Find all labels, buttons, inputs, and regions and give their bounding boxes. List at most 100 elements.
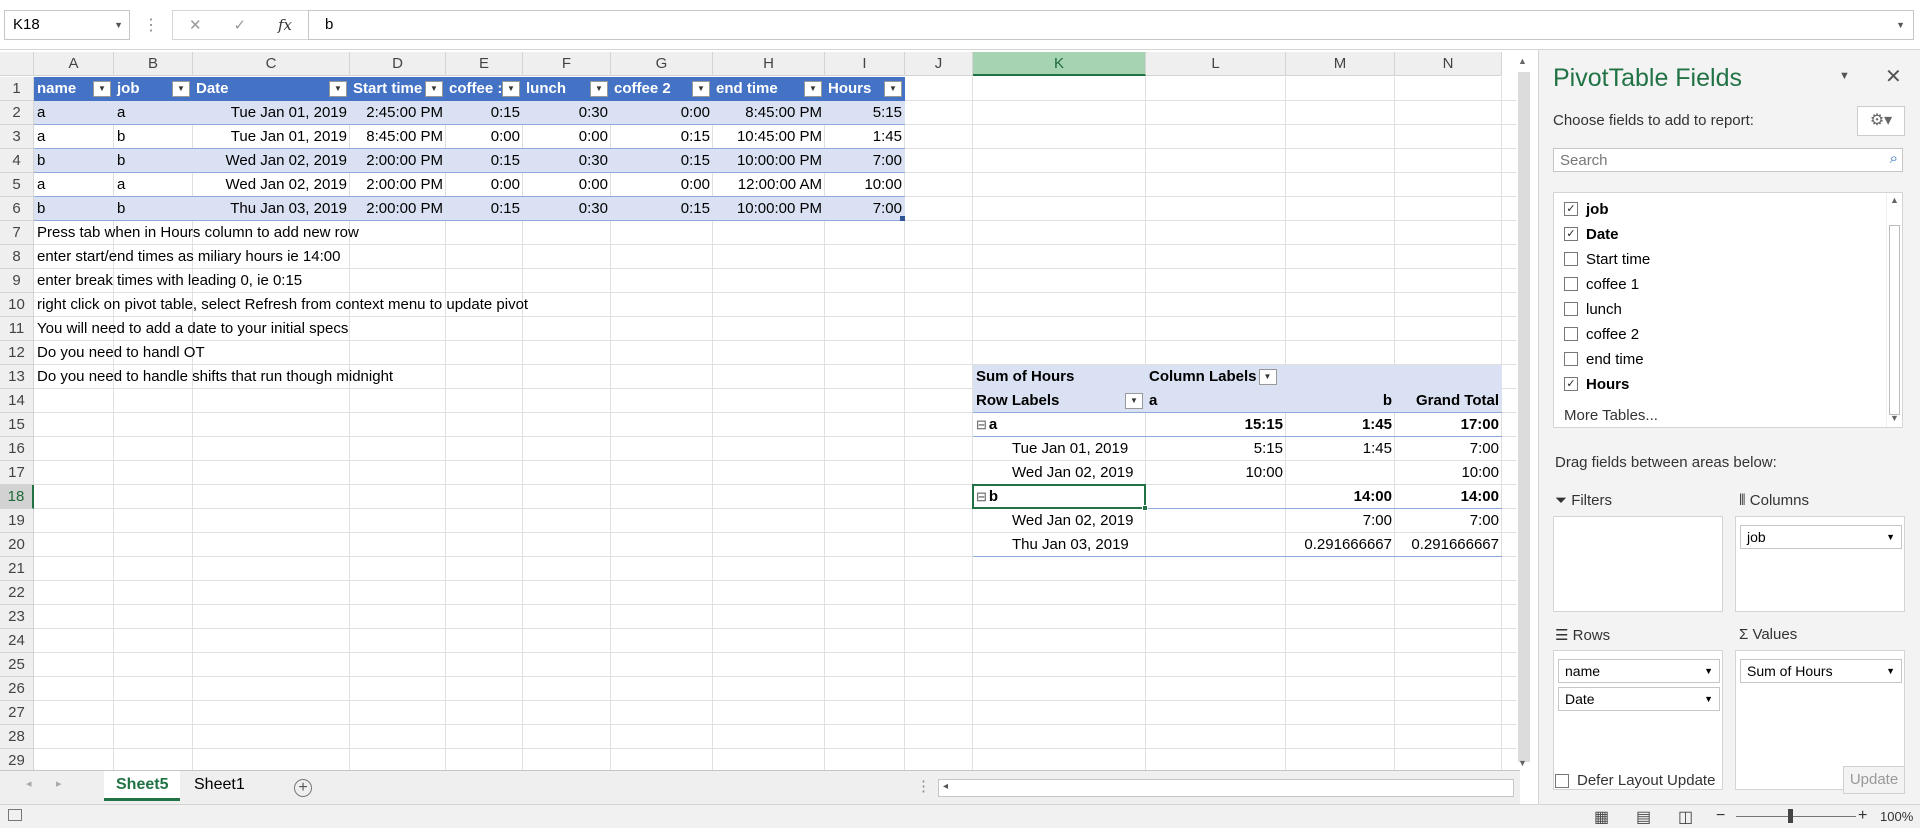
field-checkbox[interactable]	[1564, 302, 1578, 316]
pivot-value[interactable]: 0.291666667	[1395, 533, 1502, 557]
table-cell[interactable]: 0:00	[611, 173, 713, 197]
column-header-f[interactable]: F	[523, 52, 611, 76]
row-header-14[interactable]: 14	[0, 389, 34, 413]
filter-dropdown-icon[interactable]: ▼	[1125, 393, 1143, 409]
column-header-l[interactable]: L	[1146, 52, 1286, 76]
pivot-item-label[interactable]: Wed Jan 02, 2019	[1009, 461, 1136, 485]
row-header-18[interactable]: 18	[0, 485, 34, 509]
table-cell[interactable]: 0:30	[523, 149, 611, 173]
note-text[interactable]: Press tab when in Hours column to add ne…	[34, 221, 362, 245]
table-cell[interactable]: 0:15	[611, 149, 713, 173]
column-header-i[interactable]: I	[825, 52, 905, 76]
table-cell[interactable]: Thu Jan 03, 2019	[193, 197, 350, 221]
rows-field-date[interactable]: Date ▼	[1558, 687, 1720, 711]
table-cell[interactable]: 8:45:00 PM	[713, 101, 825, 125]
column-header-c[interactable]: C	[193, 52, 350, 76]
table-cell[interactable]: 0:00	[611, 101, 713, 125]
pivot-value[interactable]: 10:00	[1146, 461, 1286, 485]
row-header-28[interactable]: 28	[0, 725, 34, 749]
rows-field-name[interactable]: name ▼	[1558, 659, 1720, 683]
zoom-slider[interactable]	[1736, 816, 1856, 817]
row-header-20[interactable]: 20	[0, 533, 34, 557]
table-cell[interactable]: 10:00:00 PM	[713, 197, 825, 221]
table-cell[interactable]: 8:45:00 PM	[350, 125, 446, 149]
row-header-25[interactable]: 25	[0, 653, 34, 677]
gear-icon[interactable]: ⚙▾	[1857, 106, 1905, 136]
column-header-k[interactable]: K	[973, 52, 1146, 76]
filter-dropdown-icon[interactable]: ▼	[329, 81, 347, 97]
note-text[interactable]: right click on pivot table, select Refre…	[34, 293, 531, 317]
page-break-icon[interactable]: ◫	[1678, 807, 1693, 827]
formula-input[interactable]: b ▼	[308, 10, 1914, 40]
row-header-13[interactable]: 13	[0, 365, 34, 389]
update-button[interactable]: Update	[1843, 766, 1905, 794]
macro-record-icon[interactable]	[8, 809, 22, 821]
pivot-value[interactable]: 17:00	[1395, 413, 1502, 437]
enter-icon[interactable]: ✓	[233, 16, 246, 34]
scroll-up-icon[interactable]: ▲	[1518, 56, 1527, 66]
column-header-d[interactable]: D	[350, 52, 446, 76]
table-cell[interactable]: 2:00:00 PM	[350, 149, 446, 173]
row-header-9[interactable]: 9	[0, 269, 34, 293]
field-checkbox[interactable]: ✓	[1564, 227, 1578, 241]
table-header-start-time[interactable]: Start time ▼	[350, 77, 446, 101]
table-cell[interactable]: 2:00:00 PM	[350, 197, 446, 221]
row-header-22[interactable]: 22	[0, 581, 34, 605]
fill-handle[interactable]	[1142, 505, 1148, 511]
note-text[interactable]: Do you need to handl OT	[34, 341, 208, 365]
table-header-name[interactable]: name ▼	[34, 77, 114, 101]
active-cell-k18[interactable]	[972, 484, 1146, 509]
table-cell[interactable]: b	[34, 149, 114, 173]
column-header-b[interactable]: B	[114, 52, 193, 76]
scrollbar-grip-icon[interactable]: ⋮	[916, 777, 931, 795]
filter-dropdown-icon[interactable]: ▼	[93, 81, 111, 97]
row-header-2[interactable]: 2	[0, 101, 34, 125]
scroll-thumb[interactable]	[1518, 72, 1530, 762]
defer-layout[interactable]: Defer Layout Update	[1555, 772, 1715, 789]
chevron-down-icon[interactable]: ▼	[1886, 660, 1895, 682]
field-item-lunch[interactable]: lunch	[1564, 299, 1622, 319]
pane-options-icon[interactable]: ▼	[1839, 70, 1850, 82]
table-header-date[interactable]: Date ▼	[193, 77, 350, 101]
row-header-26[interactable]: 26	[0, 677, 34, 701]
pivot-sum-label[interactable]: Sum of Hours	[973, 365, 1077, 389]
pivot-col-b[interactable]: b	[1286, 389, 1395, 413]
more-tables-link[interactable]: More Tables...	[1564, 407, 1658, 424]
column-header-h[interactable]: H	[713, 52, 825, 76]
columns-field-job[interactable]: job ▼	[1740, 525, 1902, 549]
pivot-value[interactable]: 1:45	[1286, 413, 1395, 437]
row-header-5[interactable]: 5	[0, 173, 34, 197]
table-cell[interactable]: a	[114, 101, 193, 125]
table-header-lunch[interactable]: lunch ▼	[523, 77, 611, 101]
page-layout-icon[interactable]: ▤	[1636, 807, 1651, 827]
table-cell[interactable]: 10:00	[825, 173, 905, 197]
pivot-row-labels[interactable]: Row Labels ▼	[973, 389, 1146, 413]
filter-dropdown-icon[interactable]: ▼	[1258, 369, 1277, 386]
field-item-end-time[interactable]: end time	[1564, 349, 1644, 369]
row-header-1[interactable]: 1	[0, 77, 34, 101]
table-cell[interactable]: 0:15	[611, 197, 713, 221]
pivot-item-label[interactable]: Thu Jan 03, 2019	[1009, 533, 1132, 557]
table-cell[interactable]: 0:15	[611, 125, 713, 149]
column-header-j[interactable]: J	[905, 52, 973, 76]
table-cell[interactable]: 7:00	[825, 149, 905, 173]
table-header-hours[interactable]: Hours ▼	[825, 77, 905, 101]
table-cell[interactable]: b	[114, 197, 193, 221]
column-header-m[interactable]: M	[1286, 52, 1395, 76]
field-checkbox[interactable]: ✓	[1564, 202, 1578, 216]
field-checkbox[interactable]	[1564, 252, 1578, 266]
table-cell[interactable]: 0:15	[446, 149, 523, 173]
field-checkbox[interactable]	[1564, 277, 1578, 291]
pivot-column-labels[interactable]: Column Labels ▼	[1146, 365, 1280, 389]
row-header-24[interactable]: 24	[0, 629, 34, 653]
column-header-n[interactable]: N	[1395, 52, 1502, 76]
pivot-value[interactable]: 14:00	[1286, 485, 1395, 509]
field-list[interactable]: ✓ job ✓ Date Start time coffee 1 lunch coffee 2…	[1553, 192, 1903, 428]
table-cell[interactable]: 0:30	[523, 101, 611, 125]
add-sheet-icon[interactable]: +	[294, 779, 312, 797]
row-header-17[interactable]: 17	[0, 461, 34, 485]
table-cell[interactable]: b	[34, 197, 114, 221]
note-text[interactable]: enter start/end times as miliary hours i…	[34, 245, 343, 269]
table-cell[interactable]: 10:00:00 PM	[713, 149, 825, 173]
table-cell[interactable]: 10:45:00 PM	[713, 125, 825, 149]
